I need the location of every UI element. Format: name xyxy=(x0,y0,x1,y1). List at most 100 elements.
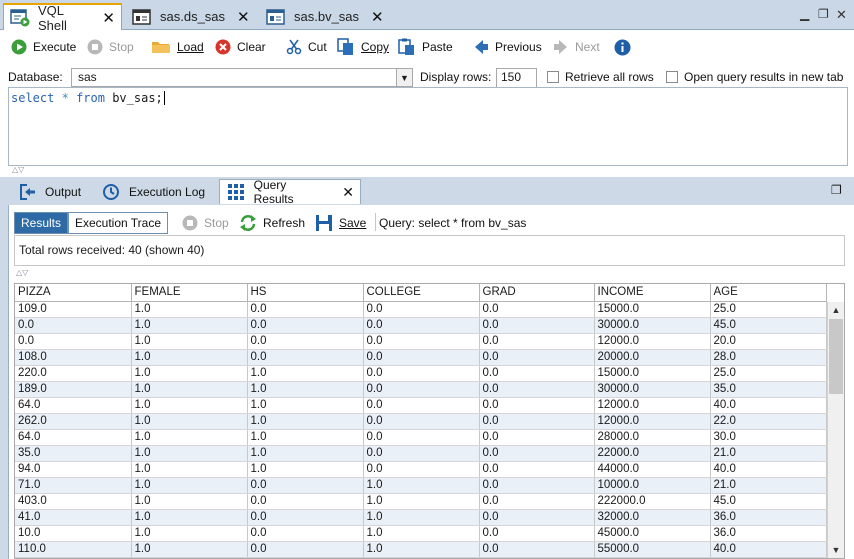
table-cell[interactable]: 110.0 xyxy=(15,541,132,558)
scroll-down-icon[interactable]: ▼ xyxy=(828,542,844,558)
table-cell[interactable]: 45.0 xyxy=(710,493,827,510)
table-cell[interactable]: 0.0 xyxy=(247,349,364,366)
retrieve-all-checkbox[interactable] xyxy=(547,71,559,83)
table-cell[interactable]: 1.0 xyxy=(131,349,248,366)
table-cell[interactable]: 10.0 xyxy=(15,525,132,542)
table-cell[interactable]: 1.0 xyxy=(247,461,364,478)
table-row[interactable]: 41.0 1.0 0.0 1.0 0.0 32000.0 36.0 xyxy=(15,509,827,526)
table-cell[interactable]: 0.0 xyxy=(479,445,595,462)
table-cell[interactable]: 1.0 xyxy=(131,413,248,430)
table-row[interactable]: 10.0 1.0 0.0 1.0 0.0 45000.0 36.0 xyxy=(15,525,827,542)
column-header[interactable]: INCOME xyxy=(594,284,711,302)
table-cell[interactable]: 0.0 xyxy=(479,349,595,366)
table-cell[interactable]: 0.0 xyxy=(363,317,480,334)
table-cell[interactable]: 0.0 xyxy=(363,365,480,382)
table-cell[interactable]: 1.0 xyxy=(247,397,364,414)
table-cell[interactable]: 1.0 xyxy=(131,541,248,558)
collapse-arrows-icon[interactable]: △▽ xyxy=(16,268,28,277)
table-cell[interactable]: 0.0 xyxy=(479,525,595,542)
table-cell[interactable]: 1.0 xyxy=(131,525,248,542)
table-cell[interactable]: 0.0 xyxy=(479,333,595,350)
table-cell[interactable]: 1.0 xyxy=(131,509,248,526)
table-cell[interactable]: 1.0 xyxy=(247,429,364,446)
copy-button[interactable]: Copy xyxy=(337,37,389,57)
table-cell[interactable]: 0.0 xyxy=(479,365,595,382)
tab-output[interactable]: Output xyxy=(11,179,92,204)
table-cell[interactable]: 0.0 xyxy=(479,397,595,414)
column-header[interactable]: FEMALE xyxy=(131,284,248,302)
column-header[interactable]: HS xyxy=(247,284,364,302)
table-cell[interactable]: 21.0 xyxy=(710,445,827,462)
table-row[interactable]: 94.0 1.0 1.0 0.0 0.0 44000.0 40.0 xyxy=(15,461,827,478)
table-cell[interactable]: 0.0 xyxy=(479,541,595,558)
table-cell[interactable]: 15000.0 xyxy=(594,301,711,318)
table-cell[interactable]: 0.0 xyxy=(363,445,480,462)
scroll-up-icon[interactable]: ▲ xyxy=(828,302,844,318)
table-cell[interactable]: 15000.0 xyxy=(594,365,711,382)
table-cell[interactable]: 0.0 xyxy=(363,349,480,366)
database-select[interactable]: sas ▼ xyxy=(71,68,413,87)
table-row[interactable]: 109.0 1.0 0.0 0.0 0.0 15000.0 25.0 xyxy=(15,301,827,318)
table-row[interactable]: 0.0 1.0 0.0 0.0 0.0 12000.0 20.0 xyxy=(15,333,827,350)
table-cell[interactable]: 40.0 xyxy=(710,541,827,558)
column-header[interactable]: AGE xyxy=(710,284,827,302)
table-cell[interactable]: 0.0 xyxy=(363,301,480,318)
table-row[interactable]: 71.0 1.0 0.0 1.0 0.0 10000.0 21.0 xyxy=(15,477,827,494)
refresh-button[interactable]: Refresh xyxy=(239,213,305,233)
open-new-tab-checkbox[interactable] xyxy=(666,71,678,83)
query-editor[interactable]: select * from bv_sas; xyxy=(8,87,848,166)
table-row[interactable]: 108.0 1.0 0.0 0.0 0.0 20000.0 28.0 xyxy=(15,349,827,366)
table-cell[interactable]: 36.0 xyxy=(710,525,827,542)
cut-button[interactable]: Cut xyxy=(286,37,327,57)
table-row[interactable]: 262.0 1.0 1.0 0.0 0.0 12000.0 22.0 xyxy=(15,413,827,430)
close-icon[interactable]: ✕ xyxy=(237,8,250,26)
table-cell[interactable]: 0.0 xyxy=(363,429,480,446)
table-cell[interactable]: 0.0 xyxy=(247,541,364,558)
paste-button[interactable]: Paste xyxy=(398,37,453,57)
column-header[interactable]: COLLEGE xyxy=(363,284,480,302)
table-cell[interactable]: 222000.0 xyxy=(594,493,711,510)
table-cell[interactable]: 1.0 xyxy=(131,493,248,510)
clear-button[interactable]: Clear xyxy=(215,37,266,57)
save-button[interactable]: Save xyxy=(315,213,366,233)
table-cell[interactable]: 0.0 xyxy=(479,477,595,494)
table-row[interactable]: 64.0 1.0 1.0 0.0 0.0 28000.0 30.0 xyxy=(15,429,827,446)
table-cell[interactable]: 32000.0 xyxy=(594,509,711,526)
table-row[interactable]: 0.0 1.0 0.0 0.0 0.0 30000.0 45.0 xyxy=(15,317,827,334)
table-cell[interactable]: 35.0 xyxy=(15,445,132,462)
close-icon[interactable]: ✕ xyxy=(342,184,354,201)
table-cell[interactable]: 1.0 xyxy=(131,317,248,334)
table-cell[interactable]: 12000.0 xyxy=(594,333,711,350)
load-button[interactable]: Load xyxy=(151,37,204,57)
table-row[interactable]: 189.0 1.0 1.0 0.0 0.0 30000.0 35.0 xyxy=(15,381,827,398)
vertical-scrollbar[interactable]: ▲ ▼ xyxy=(827,302,844,558)
table-cell[interactable]: 0.0 xyxy=(479,301,595,318)
table-cell[interactable]: 1.0 xyxy=(131,301,248,318)
results-stop-button[interactable]: Stop xyxy=(182,213,229,233)
table-row[interactable]: 403.0 1.0 0.0 1.0 0.0 222000.0 45.0 xyxy=(15,493,827,510)
tab-vql-shell[interactable]: VQL Shell ✕ xyxy=(3,3,122,33)
table-cell[interactable]: 0.0 xyxy=(247,477,364,494)
table-cell[interactable]: 35.0 xyxy=(710,381,827,398)
table-row[interactable]: 220.0 1.0 1.0 0.0 0.0 15000.0 25.0 xyxy=(15,365,827,382)
table-cell[interactable]: 1.0 xyxy=(363,509,480,526)
table-cell[interactable]: 109.0 xyxy=(15,301,132,318)
table-row[interactable]: 110.0 1.0 0.0 1.0 0.0 55000.0 40.0 xyxy=(15,541,827,558)
table-row[interactable]: 35.0 1.0 1.0 0.0 0.0 22000.0 21.0 xyxy=(15,445,827,462)
table-cell[interactable]: 41.0 xyxy=(15,509,132,526)
table-cell[interactable]: 403.0 xyxy=(15,493,132,510)
table-cell[interactable]: 40.0 xyxy=(710,397,827,414)
table-cell[interactable]: 12000.0 xyxy=(594,413,711,430)
table-cell[interactable]: 0.0 xyxy=(247,333,364,350)
table-cell[interactable]: 1.0 xyxy=(131,429,248,446)
table-cell[interactable]: 1.0 xyxy=(247,381,364,398)
scroll-thumb[interactable] xyxy=(829,319,843,394)
table-cell[interactable]: 40.0 xyxy=(710,461,827,478)
table-cell[interactable]: 0.0 xyxy=(479,317,595,334)
table-cell[interactable]: 0.0 xyxy=(479,429,595,446)
table-cell[interactable]: 20.0 xyxy=(710,333,827,350)
table-cell[interactable]: 1.0 xyxy=(363,541,480,558)
column-header[interactable]: PIZZA xyxy=(15,284,132,302)
close-window-icon[interactable]: ✕ xyxy=(836,7,847,23)
table-cell[interactable]: 0.0 xyxy=(479,509,595,526)
